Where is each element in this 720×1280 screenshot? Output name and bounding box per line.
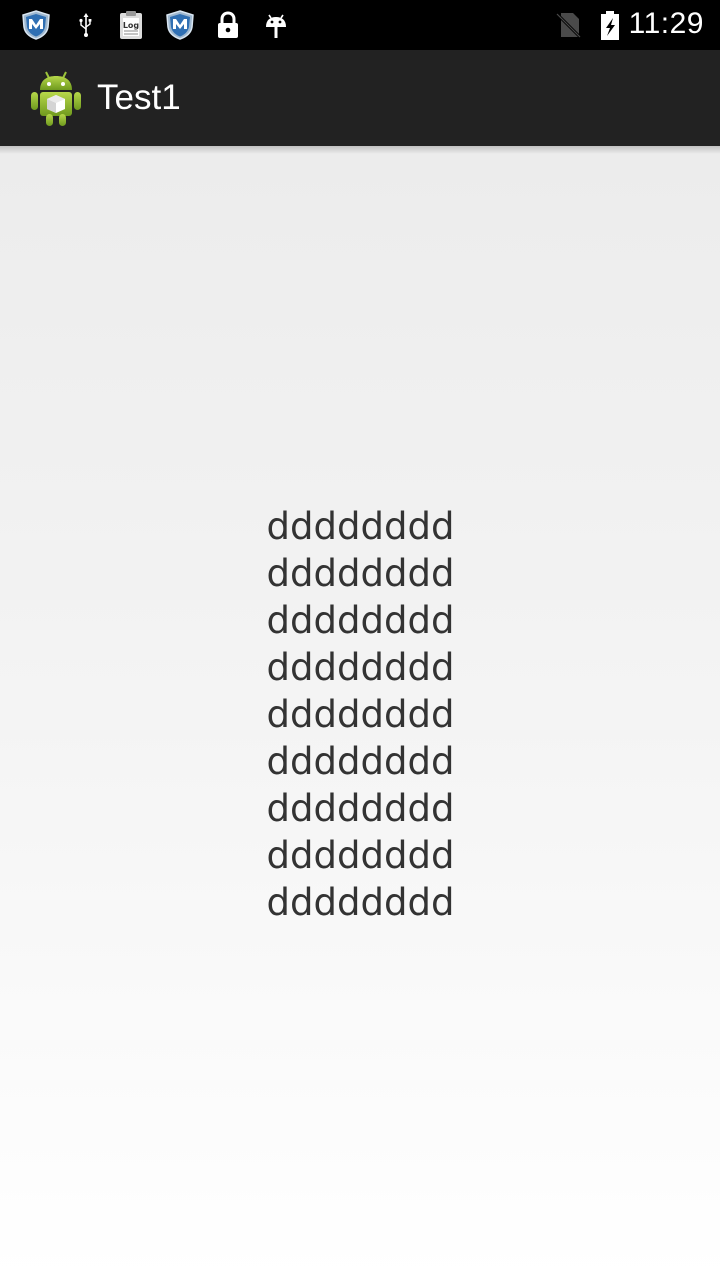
no-sim-icon — [555, 12, 582, 39]
text-line: dddddddd — [266, 740, 455, 783]
svg-text:Log: Log — [123, 21, 140, 30]
lock-icon — [218, 11, 238, 38]
app-title: Test1 — [97, 78, 181, 117]
text-line: dddddddd — [266, 646, 455, 689]
action-bar-shadow — [0, 146, 720, 154]
text-line: dddddddd — [266, 599, 455, 642]
usb-icon — [79, 13, 92, 37]
android-debug-icon — [266, 14, 286, 38]
text-line: dddddddd — [266, 787, 455, 830]
mcafee-shield-icon — [22, 10, 50, 40]
text-line: dddddddd — [266, 505, 455, 548]
text-line: dddddddd — [266, 693, 455, 736]
text-line: dddddddd — [266, 834, 455, 877]
text-line: dddddddd — [266, 552, 455, 595]
log-icon: Log — [120, 11, 142, 39]
battery-charging-icon — [601, 11, 619, 40]
text-view: dddddddd dddddddd dddddddd dddddddd dddd… — [0, 503, 720, 926]
text-line: dddddddd — [266, 881, 455, 924]
mcafee-shield-icon — [166, 10, 194, 40]
action-bar: Test1 — [0, 50, 720, 146]
status-clock: 11:29 — [628, 7, 704, 40]
android-app-icon[interactable] — [28, 68, 84, 128]
screen: Log 11:29 Test1 dddddddd dddddddd dddddd… — [0, 0, 720, 1280]
status-bar: Log 11:29 — [0, 0, 720, 50]
content-area: dddddddd dddddddd dddddddd dddddddd dddd… — [0, 146, 720, 1280]
